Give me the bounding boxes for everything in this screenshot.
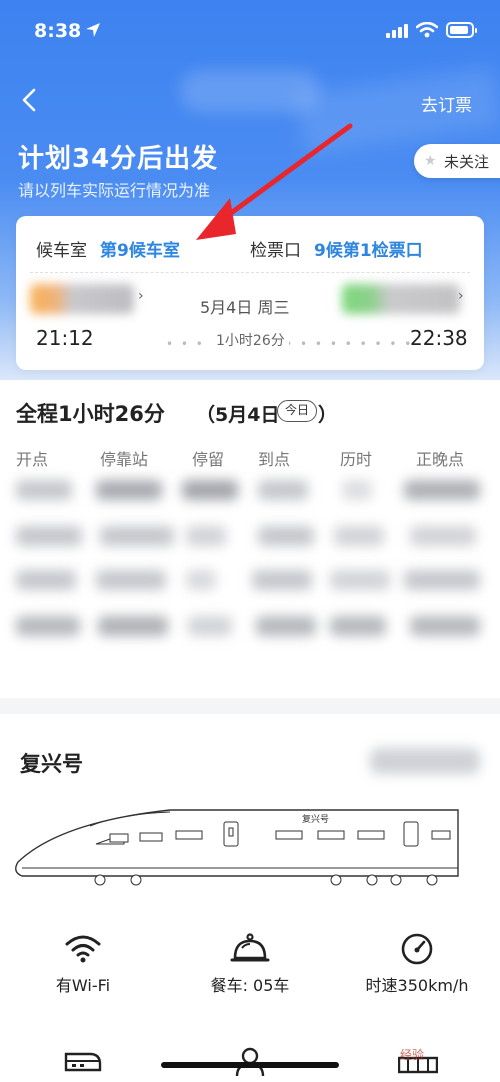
blurred-cell: [188, 616, 232, 636]
wifi-status-icon: [416, 22, 438, 38]
location-arrow-icon: [86, 23, 100, 37]
departure-station-blurred[interactable]: [30, 284, 134, 314]
dining-bell-icon: [230, 933, 270, 962]
speedometer-icon: [401, 933, 433, 965]
duration-dots: • • • • • • • • • • • • • • • • •: [166, 337, 414, 351]
column-header-elapsed: 历时: [340, 450, 373, 469]
blurred-cell: [410, 616, 480, 636]
blurred-train-code: [370, 748, 480, 774]
blurred-cell: [258, 480, 308, 500]
battery-icon: [446, 22, 477, 38]
blurred-cell: [252, 570, 312, 590]
trip-date: 5月4日 周三: [200, 298, 290, 317]
card-divider: [30, 272, 470, 273]
home-indicator[interactable]: [161, 1062, 339, 1068]
chevron-right-icon: ›: [458, 288, 464, 304]
column-header-station: 停靠站: [100, 450, 149, 469]
blurred-cell: [342, 480, 372, 500]
schedule-date-close: ）: [318, 404, 338, 426]
blurred-cell: [16, 526, 82, 546]
blurred-cell: [96, 480, 162, 500]
blurred-cell: [258, 526, 314, 546]
column-header-stop: 停留: [192, 450, 225, 469]
arrival-station-blurred[interactable]: [342, 284, 460, 314]
blurred-cell: [16, 570, 76, 590]
blurred-cell: [334, 526, 384, 546]
blurred-cell: [16, 480, 72, 500]
watermark-text: 经验: [400, 1048, 425, 1062]
passenger-icon[interactable]: [234, 1046, 266, 1076]
train-info-section: 复兴号 复兴号: [0, 714, 500, 1082]
schedule-title: 全程1小时26分: [16, 402, 165, 426]
star-icon: ★: [424, 153, 437, 169]
waiting-room-label: 候车室: [36, 241, 87, 261]
blurred-cell: [98, 616, 168, 636]
page-title: 计划34分后出发: [18, 144, 219, 174]
blurred-cell: [100, 526, 174, 546]
chevron-right-icon: ›: [138, 288, 144, 304]
follow-button[interactable]: ★ 未关注: [414, 144, 500, 178]
book-ticket-link[interactable]: 去订票: [421, 91, 472, 116]
blurred-cell: [330, 616, 386, 636]
feature-dining-label: 餐车: 05车: [210, 976, 290, 995]
column-header-arrive: 到点: [258, 450, 291, 469]
blurred-cell: [186, 526, 226, 546]
blurred-cell: [404, 480, 480, 500]
blurred-cell: [256, 616, 316, 636]
follow-label: 未关注: [444, 153, 490, 171]
arrival-time: 22:38: [410, 326, 468, 350]
blurred-cell: [410, 526, 476, 546]
schedule-date: （5月4日: [196, 404, 280, 426]
train-illustration: 复兴号: [15, 809, 459, 886]
schedule-section: 全程1小时26分 （5月4日 今日 ） 开点 停靠站 停留 到点 历时 正晚点: [0, 380, 500, 698]
column-header-delay: 正晚点: [416, 450, 465, 469]
back-arrow-icon[interactable]: [16, 86, 44, 114]
feature-speed-label: 时速350km/h: [365, 976, 469, 995]
train-car-icon[interactable]: [64, 1050, 102, 1074]
train-type-name: 复兴号: [20, 752, 83, 776]
blurred-cell: [330, 570, 390, 590]
blurred-cell: [182, 480, 238, 500]
trip-info-card: 候车室 第9候车室 检票口 9候第1检票口 › 5月4日 周三 › 21:12 …: [16, 216, 484, 370]
status-time: 8:38: [34, 20, 82, 42]
blurred-cell: [404, 570, 480, 590]
feature-wifi-label: 有Wi-Fi: [55, 976, 111, 995]
blurred-cell: [186, 570, 216, 590]
cellular-signal-icon: [386, 24, 408, 38]
gate-value: 9候第1检票口: [314, 241, 423, 261]
train-body-text: 复兴号: [302, 813, 329, 825]
page-subtitle: 请以列车实际运行情况为准: [18, 181, 211, 200]
wifi-icon: [65, 935, 101, 963]
departure-time: 21:12: [36, 326, 94, 350]
status-bar: 8:38: [0, 0, 500, 60]
blurred-cell: [96, 570, 166, 590]
today-badge: 今日: [277, 400, 317, 422]
gate-label: 检票口: [250, 241, 301, 261]
column-header-depart: 开点: [16, 450, 49, 469]
trip-duration: 1小时26分: [212, 330, 289, 350]
blurred-cell: [16, 616, 80, 636]
waiting-room-value: 第9候车室: [100, 241, 180, 261]
